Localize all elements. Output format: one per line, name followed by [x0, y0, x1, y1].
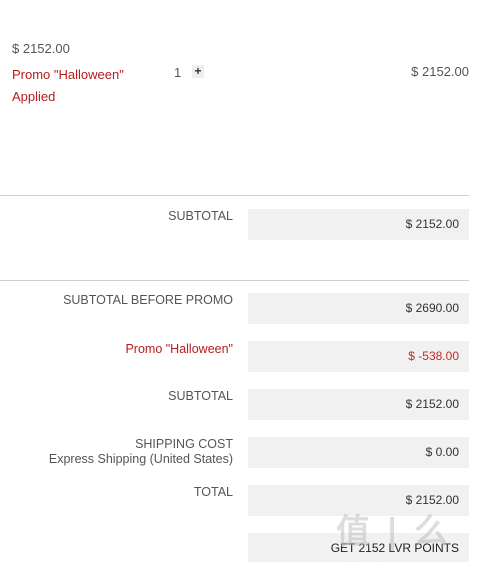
divider: [0, 280, 469, 281]
total-value: $ 2152.00: [248, 485, 469, 516]
quantity-increase-button[interactable]: +: [192, 65, 204, 78]
subtotal-before-promo-label: SUBTOTAL BEFORE PROMO: [63, 293, 233, 307]
shipping-cost-label: SHIPPING COST: [135, 437, 233, 451]
total-label: TOTAL: [193, 485, 233, 499]
subtotal-after-promo-label: SUBTOTAL: [168, 389, 233, 403]
item-promo-applied: Promo "Halloween" Applied: [12, 67, 124, 104]
promo-discount-value: $ -538.00: [248, 341, 469, 372]
subtotal-after-promo-value: $ 2152.00: [248, 389, 469, 420]
subtotal-before-promo-value: $ 2690.00: [248, 293, 469, 324]
item-unit-price: $ 2152.00: [12, 41, 70, 56]
loyalty-points-value: GET 2152 LVR POINTS: [248, 533, 469, 562]
shipping-cost-value: $ 0.00: [248, 437, 469, 468]
subtotal-value: $ 2152.00: [248, 209, 469, 240]
subtotal-label: SUBTOTAL: [168, 209, 233, 223]
promo-discount-label: Promo "Halloween": [125, 342, 233, 356]
shipping-method: Express Shipping (United States): [48, 452, 233, 466]
item-line-total: $ 2152.00: [411, 64, 469, 79]
divider: [0, 195, 469, 196]
item-quantity: 1: [174, 65, 182, 80]
cart-summary-page: $ 2152.00 Promo "Halloween" Applied 1 + …: [0, 0, 491, 562]
